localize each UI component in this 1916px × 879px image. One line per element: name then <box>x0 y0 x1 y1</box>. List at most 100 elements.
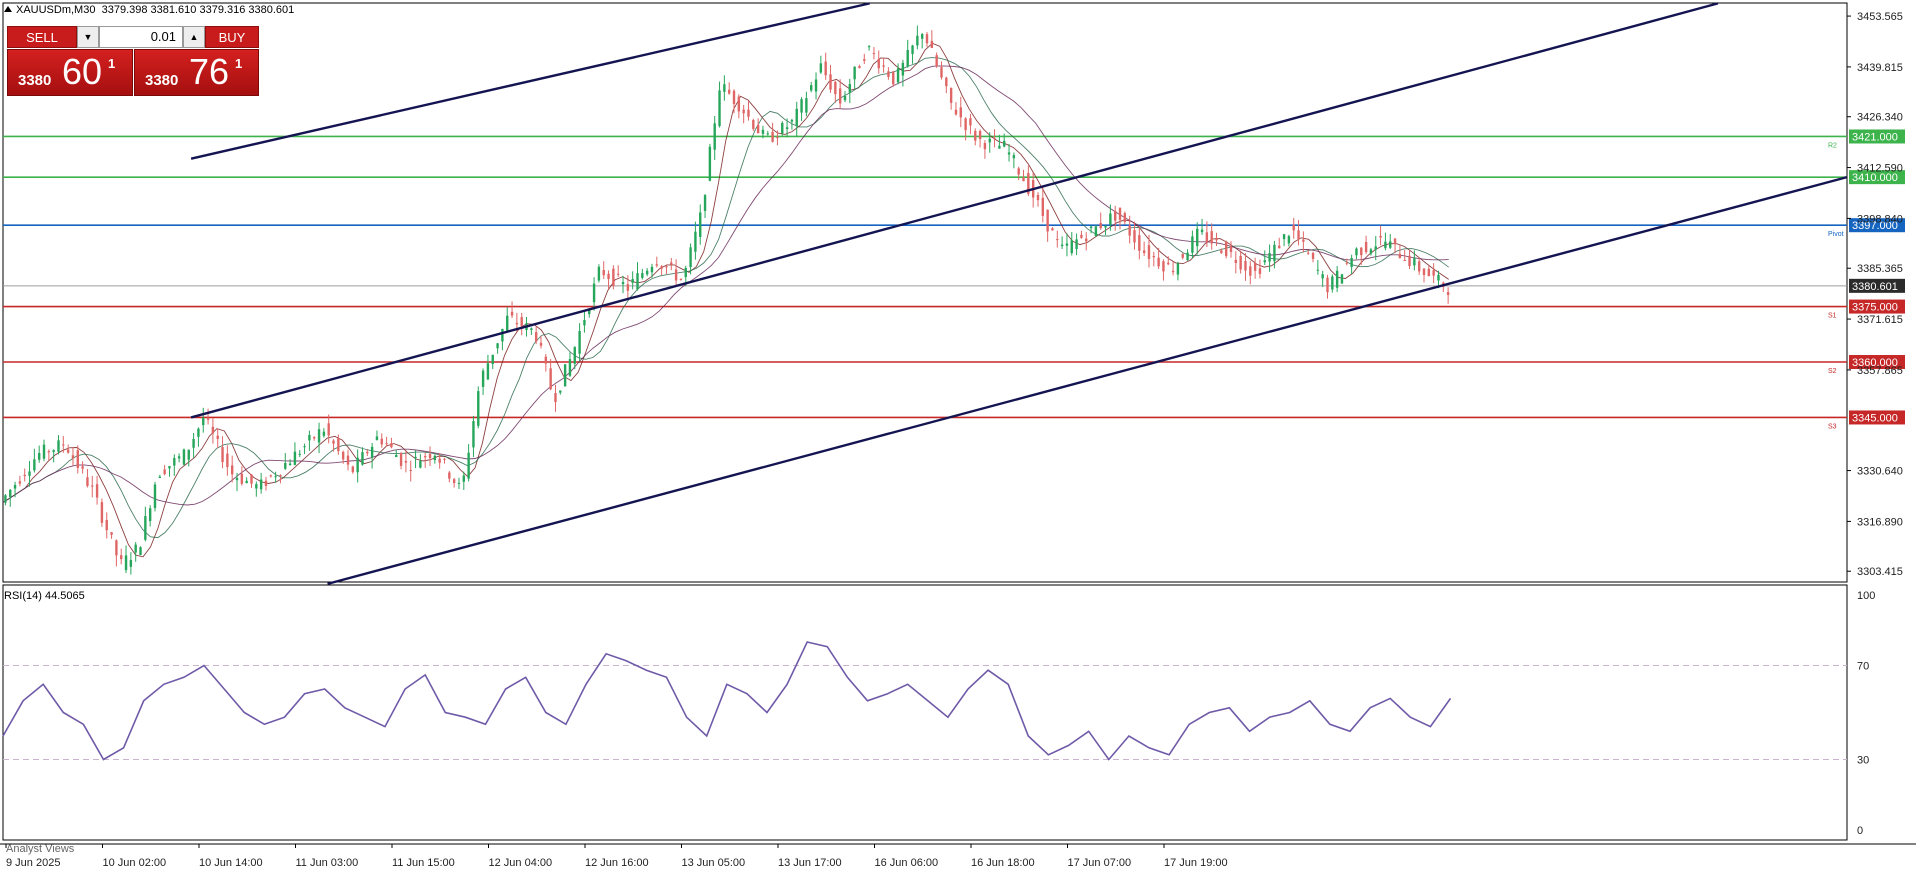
candle-body <box>100 502 104 523</box>
candle-body <box>202 417 205 426</box>
price-axis-label: 3439.815 <box>1857 62 1903 74</box>
candle-body <box>1389 241 1392 248</box>
candle-body <box>23 474 26 477</box>
lot-size-input[interactable]: 0.01 <box>99 26 183 48</box>
candle-body <box>91 485 94 487</box>
candle-body <box>1075 239 1078 250</box>
candle-body <box>18 481 22 484</box>
price-axis-label: 3303.415 <box>1857 566 1903 578</box>
symbol-label: XAUUSDm,M30 <box>16 4 96 16</box>
candle-body <box>1104 225 1107 228</box>
candle-body <box>168 466 171 469</box>
candle-body <box>1229 246 1233 253</box>
candle-body <box>361 452 364 465</box>
candle-body <box>1446 292 1450 296</box>
candle-body <box>506 315 509 331</box>
trend-channel-line <box>327 175 1848 586</box>
candle-body <box>1080 234 1083 238</box>
candle-body <box>1224 241 1228 257</box>
price-axis-label: 3357.865 <box>1857 365 1903 377</box>
candle-body <box>655 264 659 266</box>
candle-body <box>1393 238 1397 244</box>
time-axis-label: 16 Jun 18:00 <box>971 857 1035 869</box>
time-axis-label: 10 Jun 02:00 <box>103 857 167 869</box>
candle-body <box>346 455 350 465</box>
level-tag-label: R2 <box>1828 142 1837 149</box>
candle-body <box>1176 263 1180 275</box>
candle-body <box>988 138 991 143</box>
candle-body <box>800 99 803 113</box>
candle-body <box>578 330 581 354</box>
candle-body <box>959 107 962 118</box>
candle-body <box>177 456 181 459</box>
candle-body <box>776 136 779 139</box>
candle-body <box>732 90 736 105</box>
candle-body <box>877 59 880 69</box>
sell-price-button[interactable]: 3380 60 1 <box>7 49 133 96</box>
lot-increase-button[interactable]: ▲ <box>183 26 205 48</box>
rsi-axis-label: 70 <box>1857 661 1869 673</box>
candle-body <box>259 479 263 490</box>
candle-body <box>313 437 316 439</box>
candle-body <box>71 455 75 459</box>
candle-body <box>1417 261 1421 272</box>
candle-body <box>332 440 335 444</box>
buy-button[interactable]: BUY <box>205 26 259 48</box>
candle-body <box>1292 224 1295 231</box>
time-axis-label: 12 Jun 04:00 <box>489 857 553 869</box>
candle-body <box>1379 235 1382 238</box>
analyst-views-label[interactable]: Analyst Views <box>6 843 74 855</box>
buy-price-button[interactable]: 3380 76 1 <box>134 49 259 96</box>
price-axis-label: 3426.340 <box>1857 112 1903 124</box>
candle-body <box>1128 225 1131 236</box>
candle-body <box>240 473 244 484</box>
candle-body <box>510 311 514 316</box>
candle-body <box>1364 242 1368 253</box>
candle-body <box>385 443 388 445</box>
candle-body <box>404 460 408 463</box>
candle-body <box>1162 261 1165 272</box>
price-axis-label: 3398.840 <box>1857 213 1903 225</box>
candle-body <box>1311 252 1315 259</box>
candle-body <box>462 475 466 482</box>
price-pane-frame <box>2 2 1848 583</box>
candle-body <box>694 231 697 252</box>
candle-body <box>197 428 200 437</box>
candle-body <box>1007 152 1011 155</box>
candle-body <box>853 66 856 80</box>
candle-body <box>380 438 383 445</box>
price-axis-label: 3330.640 <box>1857 466 1903 478</box>
candle-body <box>288 463 292 466</box>
level-tag-label: S2 <box>1828 368 1837 375</box>
candle-body <box>949 87 953 103</box>
collapse-triangle-icon[interactable] <box>4 6 12 12</box>
sell-button[interactable]: SELL <box>7 26 77 48</box>
candle-body <box>153 484 157 509</box>
candle-body <box>573 347 576 364</box>
rsi-axis-label: 0 <box>1857 825 1863 837</box>
chart-area[interactable]: 3421.000 R2 3410.000 3397.000 Pivot 3375.000 S… <box>0 0 1916 874</box>
candle-body <box>95 484 99 498</box>
candle-body <box>810 85 813 91</box>
candle-body <box>467 452 470 479</box>
candle-body <box>974 130 977 141</box>
candle-body <box>945 77 948 87</box>
price-axis-label: 3453.565 <box>1857 11 1903 23</box>
candle-body <box>520 317 523 327</box>
candle-body <box>935 55 938 67</box>
lot-decrease-button[interactable]: ▼ <box>77 26 99 48</box>
candle-body <box>124 555 128 571</box>
candle-body <box>134 544 137 553</box>
time-axis-label: 16 Jun 06:00 <box>875 857 939 869</box>
candle-body <box>718 90 721 127</box>
candle-body <box>737 96 741 112</box>
candle-body <box>665 266 668 268</box>
candle-body <box>1089 226 1093 229</box>
candle-body <box>42 444 46 459</box>
candle-body <box>887 71 890 77</box>
candle-body <box>1138 235 1141 251</box>
candle-body <box>1427 268 1431 277</box>
candle-body <box>549 368 552 390</box>
candle-body <box>805 98 808 113</box>
candle-body <box>144 516 147 540</box>
